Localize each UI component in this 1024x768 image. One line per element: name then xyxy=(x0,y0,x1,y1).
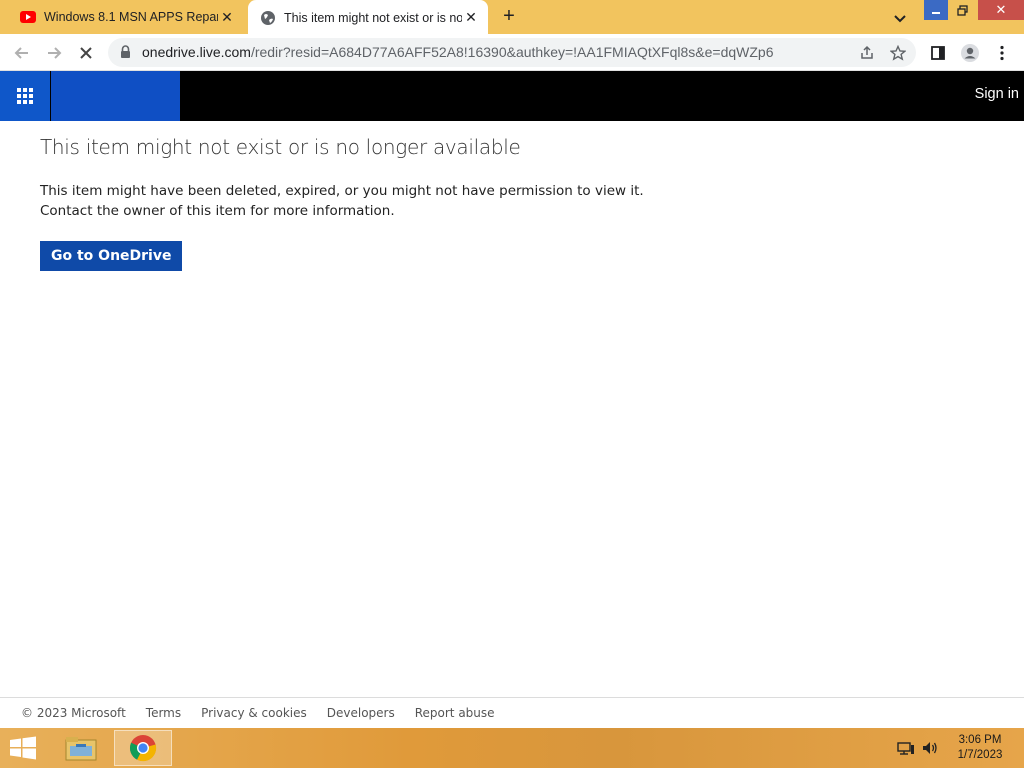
minimize-button[interactable] xyxy=(924,0,948,20)
profile-avatar-icon[interactable] xyxy=(958,41,982,65)
clock-date: 1/7/2023 xyxy=(957,749,1003,761)
restore-button[interactable] xyxy=(950,0,974,20)
file-explorer-icon[interactable] xyxy=(52,730,110,766)
tab-onedrive[interactable]: This item might not exist or is no longe… xyxy=(248,0,488,35)
error-content: This item might not exist or is no longe… xyxy=(40,121,720,271)
footer-link-terms[interactable]: Terms xyxy=(146,706,181,720)
address-bar[interactable]: onedrive.live.com/redir?resid=A684D77A6A… xyxy=(108,38,916,67)
system-clock[interactable]: 3:06 PM 1/7/2023 xyxy=(950,733,1010,763)
url-host: onedrive.live.com xyxy=(142,44,251,60)
globe-icon xyxy=(260,10,276,26)
network-icon[interactable] xyxy=(897,740,915,756)
close-icon[interactable]: ✕ xyxy=(218,8,236,26)
volume-icon[interactable] xyxy=(921,740,939,756)
side-panel-icon[interactable] xyxy=(926,41,950,65)
browser-toolbar: onedrive.live.com/redir?resid=A684D77A6A… xyxy=(0,34,1024,71)
page-title: This item might not exist or is no longe… xyxy=(40,135,521,159)
copyright-text: © 2023 Microsoft xyxy=(21,706,126,720)
back-arrow-icon[interactable] xyxy=(10,41,34,65)
chrome-icon[interactable] xyxy=(114,730,172,766)
url-path: /redir?resid=A684D77A6AFF52A8!16390&auth… xyxy=(250,44,774,60)
browser-tab-strip: Windows 8.1 MSN APPS Reparied ✕ This ite… xyxy=(0,0,1024,35)
chevron-down-icon[interactable] xyxy=(890,8,910,28)
new-tab-button[interactable]: + xyxy=(498,6,520,28)
page-footer: © 2023 Microsoft Terms Privacy & cookies… xyxy=(0,697,1024,728)
stop-loading-icon[interactable] xyxy=(74,41,98,65)
windows-taskbar: 3:06 PM 1/7/2023 xyxy=(0,728,1024,768)
tab-title: This item might not exist or is no longe… xyxy=(284,10,462,25)
footer-link-report-abuse[interactable]: Report abuse xyxy=(415,706,495,720)
error-message: This item might have been deleted, expir… xyxy=(40,183,644,219)
url-text[interactable]: onedrive.live.com/redir?resid=A684D77A6A… xyxy=(142,44,774,60)
tab-youtube[interactable]: Windows 8.1 MSN APPS Reparied ✕ xyxy=(8,0,244,34)
forward-arrow-icon[interactable] xyxy=(42,41,66,65)
close-icon[interactable]: ✕ xyxy=(462,9,480,27)
brand-area[interactable] xyxy=(51,71,180,121)
share-icon[interactable] xyxy=(858,44,876,62)
clock-time: 3:06 PM xyxy=(958,734,1002,746)
go-to-onedrive-button[interactable]: Go to OneDrive xyxy=(40,241,183,271)
youtube-icon xyxy=(20,9,36,25)
footer-link-developers[interactable]: Developers xyxy=(327,706,395,720)
footer-link-privacy[interactable]: Privacy & cookies xyxy=(201,706,307,720)
onedrive-header: Sign in xyxy=(0,71,1024,121)
star-icon[interactable] xyxy=(889,44,907,62)
sign-in-link[interactable]: Sign in xyxy=(975,86,1019,102)
lock-icon[interactable] xyxy=(120,45,131,64)
tab-title: Windows 8.1 MSN APPS Reparied xyxy=(44,10,218,24)
window-close-button[interactable]: ✕ xyxy=(978,0,1024,20)
app-launcher-icon[interactable] xyxy=(0,71,50,121)
menu-kebab-icon[interactable] xyxy=(990,41,1014,65)
windows-start-icon[interactable] xyxy=(8,736,38,760)
